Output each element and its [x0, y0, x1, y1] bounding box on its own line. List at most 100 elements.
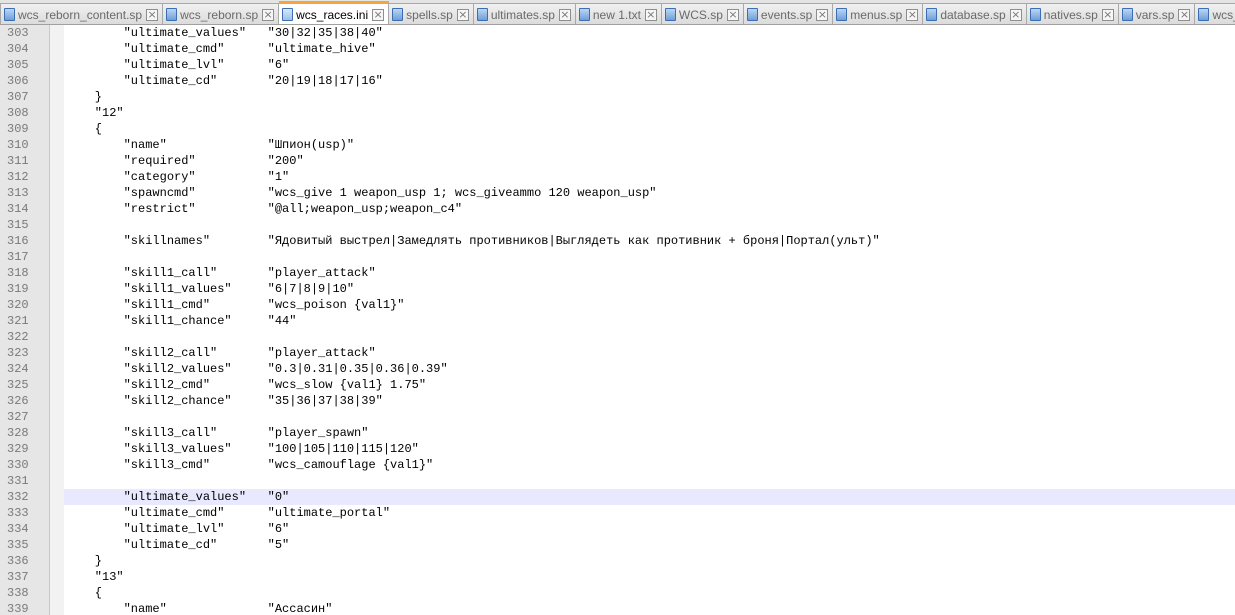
line-text[interactable]: "skill1_values" "6|7|8|9|10" [64, 281, 1235, 297]
line-text[interactable]: } [64, 89, 1235, 105]
close-icon[interactable]: × [1101, 8, 1114, 21]
document-icon [1029, 8, 1041, 21]
line-text[interactable]: "ultimate_cd" "20|19|18|17|16" [64, 73, 1235, 89]
code-line: 313 "spawncmd" "wcs_give 1 weapon_usp 1;… [0, 185, 1235, 201]
close-icon[interactable]: × [146, 8, 159, 21]
tab[interactable]: spells.sp × [389, 3, 474, 24]
line-text[interactable]: "required" "200" [64, 153, 1235, 169]
code-line: 327 [0, 409, 1235, 425]
close-icon[interactable]: × [372, 8, 385, 21]
code-line: 317 [0, 249, 1235, 265]
line-text[interactable]: "restrict" "@all;weapon_usp;weapon_c4" [64, 201, 1235, 217]
line-text[interactable]: { [64, 585, 1235, 601]
code-line: 331 [0, 473, 1235, 489]
code-line: 334 "ultimate_lvl" "6" [0, 521, 1235, 537]
close-icon[interactable]: × [906, 8, 919, 21]
line-text[interactable]: { [64, 121, 1235, 137]
line-number: 312 [7, 170, 29, 184]
line-number: 303 [7, 26, 29, 40]
line-text[interactable]: } [64, 553, 1235, 569]
line-text[interactable]: "skill3_values" "100|105|110|115|120" [64, 441, 1235, 457]
line-number: 319 [7, 282, 29, 296]
tab[interactable]: events.sp × [743, 3, 834, 24]
tab[interactable]: vars.sp × [1118, 3, 1196, 24]
close-icon[interactable]: × [1178, 8, 1191, 21]
line-text[interactable] [64, 473, 1235, 489]
code-line: 303 "ultimate_values" "30|32|35|38|40" [0, 25, 1235, 41]
tab[interactable]: natives.sp × [1026, 3, 1119, 24]
code-line: 318 "skill1_call" "player_attack" [0, 265, 1235, 281]
line-text[interactable]: "ultimate_values" "30|32|35|38|40" [64, 25, 1235, 41]
close-icon[interactable]: × [1009, 8, 1022, 21]
line-text[interactable]: "skill1_cmd" "wcs_poison {val1}" [64, 297, 1235, 313]
line-text[interactable]: "ultimate_lvl" "6" [64, 521, 1235, 537]
line-text[interactable]: "skill1_chance" "44" [64, 313, 1235, 329]
line-number: 333 [7, 506, 29, 520]
tab[interactable]: new 1.txt × [575, 3, 662, 24]
line-text[interactable]: "spawncmd" "wcs_give 1 weapon_usp 1; wcs… [64, 185, 1235, 201]
line-number: 329 [7, 442, 29, 456]
line-text[interactable] [64, 217, 1235, 233]
tab[interactable]: wcs_reborn_content.sp × [0, 3, 164, 24]
line-number: 310 [7, 138, 29, 152]
line-text[interactable]: "skill3_cmd" "wcs_camouflage {val1}" [64, 457, 1235, 473]
line-text[interactable]: "ultimate_cd" "5" [64, 537, 1235, 553]
line-text[interactable]: "13" [64, 569, 1235, 585]
tab[interactable]: wcs_races.ini × [279, 1, 390, 24]
tab[interactable]: database.sp × [923, 3, 1027, 24]
line-text[interactable] [64, 249, 1235, 265]
code-lines: 303 "ultimate_values" "30|32|35|38|40" 30… [0, 25, 1235, 615]
tab[interactable]: WCS.sp × [661, 3, 744, 24]
code-line: 320 "skill1_cmd" "wcs_poison {val1}" [0, 297, 1235, 313]
line-text[interactable]: "skill2_call" "player_attack" [64, 345, 1235, 361]
line-text[interactable]: "ultimate_lvl" "6" [64, 57, 1235, 73]
code-line: 332 "ultimate_values" "0" [0, 489, 1235, 505]
document-icon [476, 8, 488, 21]
code-line: 337 "13" [0, 569, 1235, 585]
close-icon[interactable]: × [262, 8, 275, 21]
line-text[interactable] [64, 409, 1235, 425]
close-icon[interactable]: × [644, 8, 657, 21]
line-text[interactable]: "ultimate_cmd" "ultimate_portal" [64, 505, 1235, 521]
code-line: 312 "category" "1" [0, 169, 1235, 185]
tab-label: spells.sp [406, 7, 453, 22]
tab-label: wcs_reborn_content.sp [18, 7, 143, 22]
line-text[interactable]: "skill3_call" "player_spawn" [64, 425, 1235, 441]
line-text[interactable]: "12" [64, 105, 1235, 121]
tab[interactable]: wcs_core.inc× [1195, 3, 1235, 24]
line-text[interactable]: "skill1_call" "player_attack" [64, 265, 1235, 281]
tab-label: menus.sp [850, 7, 903, 22]
line-text[interactable]: "skill2_cmd" "wcs_slow {val1} 1.75" [64, 377, 1235, 393]
line-text[interactable]: "skill2_values" "0.3|0.31|0.35|0.36|0.39… [64, 361, 1235, 377]
line-number: 328 [7, 426, 29, 440]
tab[interactable]: ultimates.sp × [473, 3, 576, 24]
close-icon[interactable]: × [726, 8, 739, 21]
line-number: 320 [7, 298, 29, 312]
code-line: 310 "name" "Шпион(usp)" [0, 137, 1235, 153]
line-text[interactable]: "ultimate_cmd" "ultimate_hive" [64, 41, 1235, 57]
code-line: 326 "skill2_chance" "35|36|37|38|39" [0, 393, 1235, 409]
line-text[interactable]: "skill2_chance" "35|36|37|38|39" [64, 393, 1235, 409]
close-icon[interactable]: × [558, 8, 571, 21]
line-text[interactable]: "skillnames" "Ядовитый выстрел|Замедлять… [64, 233, 1235, 249]
code-editor[interactable]: 303 "ultimate_values" "30|32|35|38|40" 30… [0, 25, 1235, 615]
line-number: 315 [7, 218, 29, 232]
tab[interactable]: wcs_reborn.sp × [163, 3, 280, 24]
tab-label: ultimates.sp [490, 7, 555, 22]
line-number: 336 [7, 554, 29, 568]
line-text[interactable]: "name" "Шпион(usp)" [64, 137, 1235, 153]
line-text[interactable]: "ultimate_values" "0" [64, 489, 1235, 505]
line-text[interactable]: "name" "Ассасин" [64, 601, 1235, 615]
code-line: 323 "skill2_call" "player_attack" [0, 345, 1235, 361]
close-icon[interactable]: × [456, 8, 469, 21]
code-line: 322 [0, 329, 1235, 345]
document-icon [1198, 8, 1210, 21]
tab[interactable]: menus.sp × [833, 3, 924, 24]
close-icon[interactable]: × [816, 8, 829, 21]
document-icon [926, 8, 938, 21]
code-line: 315 [0, 217, 1235, 233]
line-number: 327 [7, 410, 29, 424]
line-text[interactable]: "category" "1" [64, 169, 1235, 185]
line-text[interactable] [64, 329, 1235, 345]
code-line: 330 "skill3_cmd" "wcs_camouflage {val1}" [0, 457, 1235, 473]
